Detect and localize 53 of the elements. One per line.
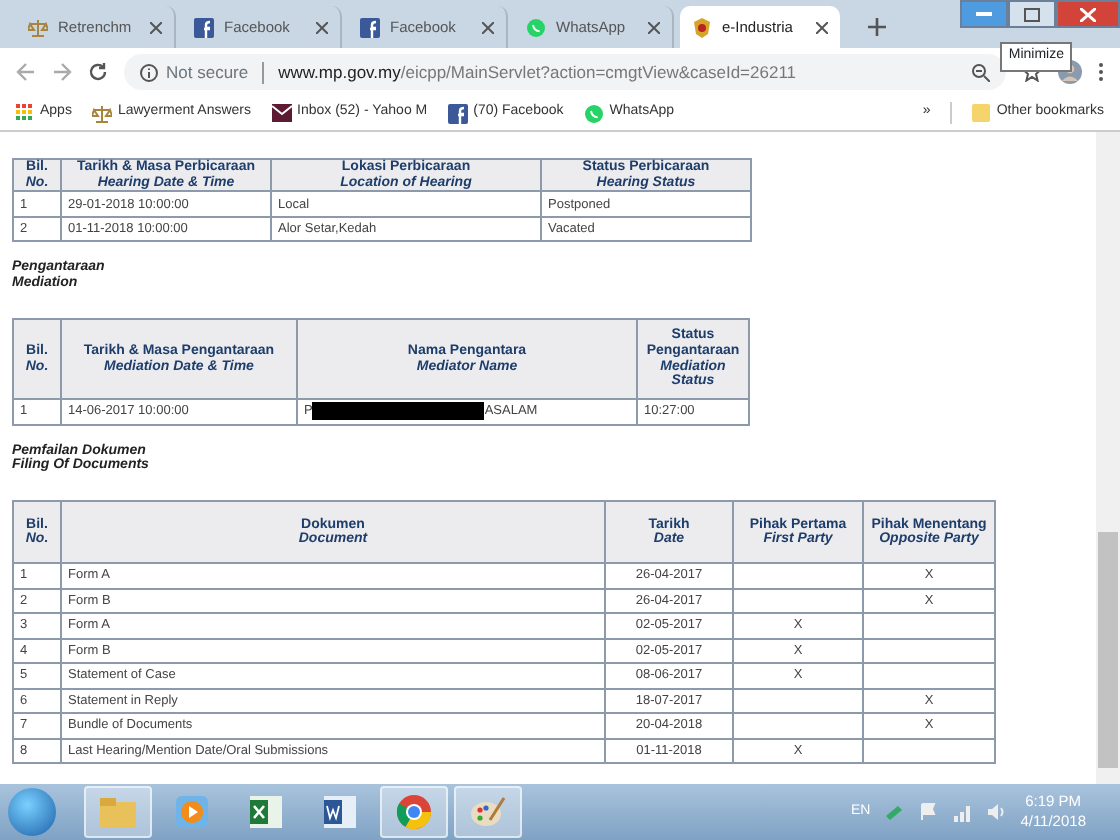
url-host: www.mp.gov.my xyxy=(278,59,401,85)
security-label: Not secure xyxy=(166,59,249,85)
close-icon xyxy=(1080,7,1096,21)
table-cell xyxy=(733,688,863,714)
forward-icon[interactable] xyxy=(52,62,72,82)
minimize-icon xyxy=(976,10,992,18)
plus-icon[interactable] xyxy=(867,17,885,35)
square-logo-icon xyxy=(447,103,468,123)
table-cell xyxy=(863,738,995,764)
scales-icon xyxy=(28,17,48,37)
scales-icon xyxy=(91,103,112,123)
square-logo-icon xyxy=(360,17,380,37)
close-icon[interactable] xyxy=(816,21,828,33)
close-icon[interactable] xyxy=(150,21,162,33)
document-icon xyxy=(324,796,356,828)
close-button[interactable] xyxy=(1056,0,1120,28)
maximize-icon xyxy=(1024,7,1040,21)
table-cell xyxy=(863,638,995,664)
chat-bubble-icon xyxy=(526,17,546,37)
table-cell xyxy=(733,713,863,739)
folder-icon xyxy=(972,104,991,122)
chat-bubble-icon xyxy=(583,103,604,123)
folder-icon xyxy=(100,796,136,828)
table-cell xyxy=(733,588,863,614)
menu-icon[interactable] xyxy=(1098,62,1104,82)
taskbar-button[interactable] xyxy=(454,786,522,838)
grid-icon xyxy=(16,104,34,122)
taskbar-button[interactable] xyxy=(380,786,448,838)
url-path: /eicpp/MainServlet?action=cmgtView&caseId=26211 xyxy=(400,59,797,85)
scrollbar-thumb[interactable] xyxy=(1098,532,1118,768)
table-cell xyxy=(863,613,995,639)
maximize-button[interactable] xyxy=(1008,0,1056,28)
spreadsheet-icon xyxy=(250,796,282,828)
zoom-icon[interactable] xyxy=(972,63,990,81)
play-icon xyxy=(176,796,208,828)
minimize-button[interactable] xyxy=(960,0,1008,28)
start-button[interactable] xyxy=(8,788,56,836)
avatar-icon[interactable] xyxy=(1058,60,1082,84)
crest-icon xyxy=(692,17,712,37)
close-icon[interactable] xyxy=(482,21,494,33)
browser-icon xyxy=(396,794,432,830)
close-icon[interactable] xyxy=(648,21,660,33)
table-cell xyxy=(863,663,995,689)
envelope-icon xyxy=(271,104,291,122)
table-cell xyxy=(733,563,863,589)
address-bar[interactable]: Not secure www.mp.gov.my/eicpp/MainServlet?action=cmgtView&caseId=26211 xyxy=(124,54,1006,90)
scrollbar[interactable] xyxy=(1096,132,1120,784)
back-icon[interactable] xyxy=(16,62,36,82)
square-logo-icon xyxy=(194,17,214,37)
close-icon[interactable] xyxy=(316,21,328,33)
reload-icon[interactable] xyxy=(88,62,108,82)
palette-icon xyxy=(470,796,506,828)
info-icon xyxy=(140,63,158,81)
